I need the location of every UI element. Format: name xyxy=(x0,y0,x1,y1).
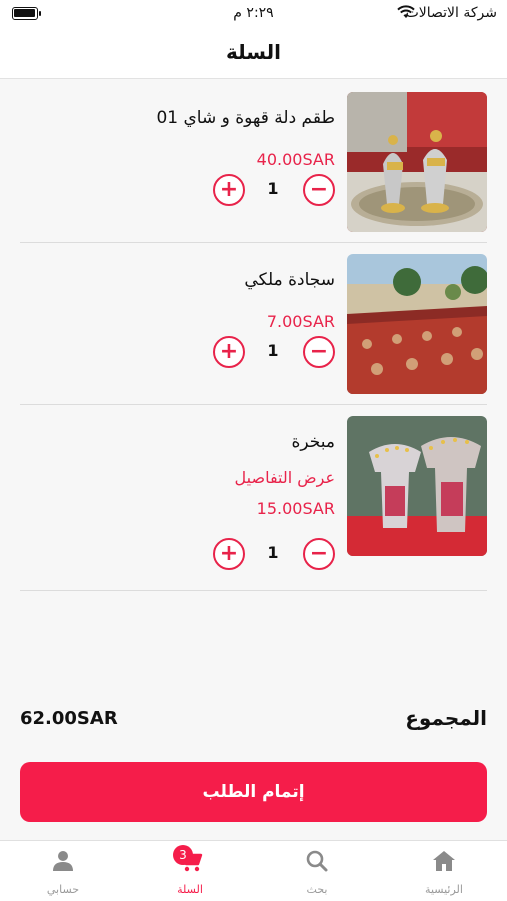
product-price: 15.00SAR xyxy=(256,499,335,518)
quantity-value: 1 xyxy=(267,543,279,562)
product-name[interactable]: مبخرة xyxy=(35,432,336,458)
cart-item: مبخرة عرض التفاصيل 15.00SAR − 1 + xyxy=(20,404,487,591)
battery-icon xyxy=(12,7,41,20)
tab-account[interactable]: حسابي xyxy=(0,841,126,901)
tab-cart[interactable]: 3 السلة xyxy=(127,841,253,901)
quantity-stepper: − 1 + xyxy=(213,174,335,210)
clock: ٢:٢٩ م xyxy=(233,5,274,21)
quantity-stepper: − 1 + xyxy=(213,538,335,574)
carpet-image[interactable] xyxy=(347,254,487,394)
cart-count-badge: 3 xyxy=(173,845,193,865)
tab-bar: الرئيسية بحث 3 السلة حسابي xyxy=(0,840,507,901)
checkout-button[interactable]: إتمام الطلب xyxy=(20,762,487,822)
tab-cart-label: السلة xyxy=(177,883,203,896)
cart-item: سجادة ملكي 7.00SAR − 1 + xyxy=(20,242,487,405)
tab-home[interactable]: الرئيسية xyxy=(381,841,507,901)
quantity-value: 1 xyxy=(267,179,279,198)
product-price: 40.00SAR xyxy=(256,150,335,169)
product-price: 7.00SAR xyxy=(266,312,335,331)
view-details-link[interactable]: عرض التفاصيل xyxy=(35,468,335,487)
product-name[interactable]: طقم دلة قهوة و شاي 01 xyxy=(35,108,335,134)
quantity-stepper: − 1 + xyxy=(213,336,335,372)
search-icon xyxy=(306,850,328,872)
navigation-header: السلة xyxy=(0,28,507,79)
tab-home-label: الرئيسية xyxy=(425,883,463,896)
incense-burner-image[interactable] xyxy=(347,416,487,556)
status-bar: شركة الاتصالات ٢:٢٩ م xyxy=(0,0,507,28)
decrease-quantity-button[interactable]: − xyxy=(303,336,335,368)
coffee-set-image[interactable] xyxy=(347,92,487,232)
cart-item: طقم دلة قهوة و شاي 01 40.00SAR − 1 + xyxy=(20,80,487,243)
increase-quantity-button[interactable]: + xyxy=(213,336,245,368)
decrease-quantity-button[interactable]: − xyxy=(303,538,335,570)
page-title: السلة xyxy=(225,40,281,64)
total-value: 62.00SAR xyxy=(20,708,118,729)
decrease-quantity-button[interactable]: − xyxy=(303,174,335,206)
tab-search[interactable]: بحث xyxy=(254,841,380,901)
tab-account-label: حسابي xyxy=(46,883,80,896)
tab-search-label: بحث xyxy=(306,883,328,896)
home-icon xyxy=(433,851,455,871)
increase-quantity-button[interactable]: + xyxy=(213,538,245,570)
user-icon xyxy=(53,851,73,871)
total-label: المجموع xyxy=(405,706,487,730)
quantity-value: 1 xyxy=(267,341,279,360)
increase-quantity-button[interactable]: + xyxy=(213,174,245,206)
product-name[interactable]: سجادة ملكي xyxy=(35,270,335,296)
